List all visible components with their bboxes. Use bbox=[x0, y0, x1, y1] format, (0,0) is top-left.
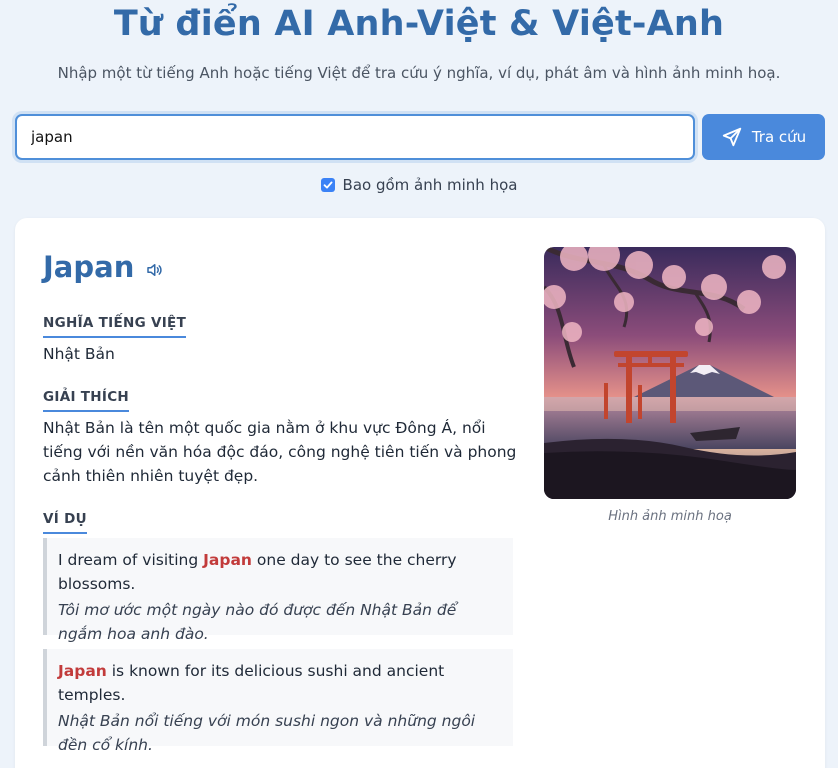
word-title: Japan bbox=[43, 250, 135, 284]
page-subtitle: Nhập một từ tiếng Anh hoặc tiếng Việt để… bbox=[57, 64, 781, 82]
explanation-text: Nhật Bản là tên một quốc gia nằm ở khu v… bbox=[43, 419, 517, 485]
include-images-option[interactable]: Bao gồm ảnh minh họa bbox=[0, 176, 838, 194]
example-item: Japan is known for its delicious sushi a… bbox=[43, 649, 513, 754]
search-button[interactable]: Tra cứu bbox=[702, 114, 825, 160]
examples-label: VÍ DỤ bbox=[43, 511, 87, 534]
illustration-image bbox=[544, 247, 796, 499]
highlighted-word: Japan bbox=[203, 551, 252, 569]
example-english: I dream of visiting Japan one day to see… bbox=[58, 551, 457, 593]
page-title: Từ điển AI Anh-Việt & Việt-Anh bbox=[113, 4, 725, 44]
search-bar: Tra cứu bbox=[15, 114, 825, 160]
example-vietnamese: Tôi mơ ước một ngày nào đó được đến Nhật… bbox=[58, 601, 457, 643]
send-icon bbox=[722, 127, 741, 147]
highlighted-word: Japan bbox=[58, 662, 107, 680]
example-item: I dream of visiting Japan one day to see… bbox=[43, 538, 513, 643]
speaker-icon[interactable] bbox=[145, 261, 163, 279]
meaning-text: Nhật Bản bbox=[43, 345, 115, 363]
meaning-label: NGHĨA TIẾNG VIỆT bbox=[43, 315, 187, 338]
example-english: Japan is known for its delicious sushi a… bbox=[58, 662, 445, 704]
search-button-label: Tra cứu bbox=[751, 128, 807, 146]
include-images-label: Bao gồm ảnh minh họa bbox=[342, 176, 518, 194]
explanation-label: GIẢI THÍCH bbox=[43, 389, 130, 412]
checkbox-icon[interactable] bbox=[320, 178, 335, 192]
example-vietnamese: Nhật Bản nổi tiếng với món sushi ngon và… bbox=[58, 712, 476, 754]
search-input[interactable] bbox=[15, 114, 695, 160]
result-card: Japan NGHĨA TIẾNG VIỆT Nhật Bản GIẢI THÍ… bbox=[15, 218, 825, 768]
image-caption: Hình ảnh minh hoạ bbox=[608, 509, 732, 524]
